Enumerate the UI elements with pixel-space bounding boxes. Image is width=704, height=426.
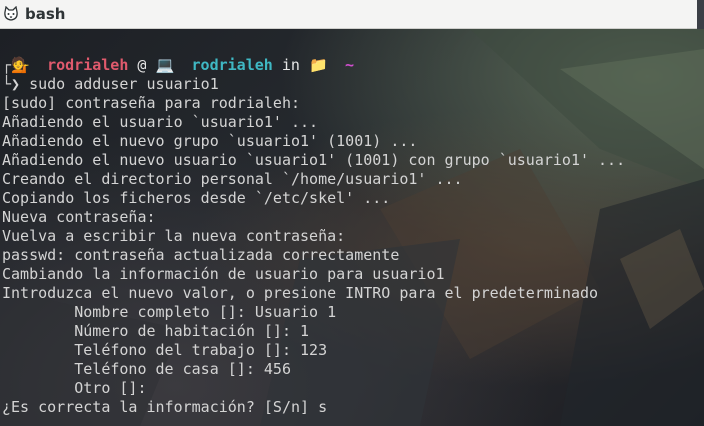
prompt-in: in (281, 56, 300, 74)
output-line: [sudo] contraseña para rodrialeh: (2, 94, 301, 112)
output-line: Creando el directorio personal `/home/us… (2, 170, 463, 188)
laptop-icon: 💻 (155, 56, 175, 74)
output-line: Teléfono de casa []: 456 (2, 360, 291, 378)
output-line: Nueva contraseña: (2, 208, 156, 226)
title-bar[interactable]: bash (0, 0, 704, 29)
output-line: Copiando los ficheros desde `/etc/skel' … (2, 189, 391, 207)
terminal-window: bash ┌💁 rodrialeh @ 💻 rodrialeh in 📁 ~ └… (0, 0, 704, 426)
output-line: Introduzca el nuevo valor, o presione IN… (2, 284, 599, 302)
person-tipping-hand-icon: 💁 (11, 56, 30, 74)
prompt-bracket-top: ┌ (2, 56, 12, 74)
output-line: Nombre completo []: Usuario 1 (2, 303, 337, 321)
output-line: Añadiendo el usuario `usuario1' ... (2, 113, 319, 131)
output-line: Añadiendo el nuevo grupo `usuario1' (100… (2, 132, 418, 150)
window-title: bash (25, 5, 66, 23)
prompt-bracket-bottom: └ (2, 75, 12, 93)
output-line: passwd: contraseña actualizada correctam… (2, 246, 400, 264)
terminal-cat-icon (3, 5, 19, 22)
output-line: Añadiendo el nuevo usuario `usuario1' (1… (2, 151, 626, 169)
command-line: └❯ sudo adduser usuario1 (2, 75, 625, 94)
title-bar-edge (697, 0, 704, 29)
command-output: [sudo] contraseña para rodrialeh: Añadien… (2, 94, 625, 417)
output-line: ¿Es correcta la información? [S/n] s (2, 398, 328, 416)
prompt-user: rodrialeh (47, 56, 129, 74)
prompt-at: @ (137, 56, 147, 74)
terminal-area[interactable]: ┌💁 rodrialeh @ 💻 rodrialeh in 📁 ~ └❯ sud… (0, 29, 704, 426)
output-line: Vuelva a escribir la nueva contraseña: (2, 227, 346, 245)
prompt-arrow: ❯ (11, 75, 21, 93)
prompt-cwd: ~ (345, 56, 355, 74)
output-line: Cambiando la información de usuario para… (2, 265, 445, 283)
prompt-line: ┌💁 rodrialeh @ 💻 rodrialeh in 📁 ~ (2, 56, 625, 75)
output-line: Otro []: (2, 379, 147, 397)
command-text: sudo adduser usuario1 (29, 75, 219, 93)
prompt-host: rodrialeh (191, 56, 273, 74)
terminal-output: ┌💁 rodrialeh @ 💻 rodrialeh in 📁 ~ └❯ sud… (2, 56, 625, 417)
output-line: Teléfono del trabajo []: 123 (2, 341, 328, 359)
folder-icon: 📁 (308, 56, 328, 74)
output-line: Número de habitación []: 1 (2, 322, 310, 340)
